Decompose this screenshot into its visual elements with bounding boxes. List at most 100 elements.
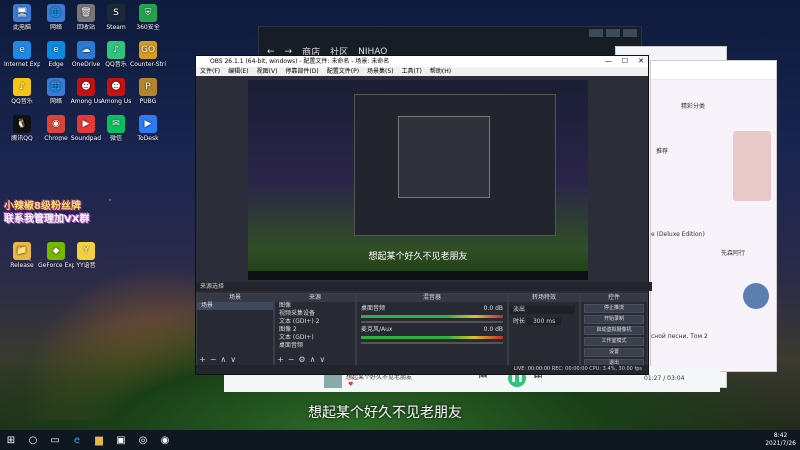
scene-item[interactable]: 场景 <box>197 302 273 310</box>
store-icon[interactable]: ▣ <box>110 430 132 450</box>
control-button[interactable]: 停止推流 <box>584 304 644 313</box>
maximize-button[interactable] <box>606 29 620 37</box>
folder-icon[interactable]: ▆ <box>88 430 110 450</box>
minimize-button[interactable] <box>589 29 603 37</box>
desktop-icon-glyph: ♪ <box>13 78 31 96</box>
controls-header: 控件 <box>581 294 647 302</box>
obs-statusbar: LIVE: 00:00:00 REC: 00:00:00 CPU: 3.4%, … <box>196 365 648 374</box>
avatar[interactable] <box>733 131 771 201</box>
transition-duration: 时长 300 ms <box>509 318 579 326</box>
video-subtitle: 想起某个好久不见老朋友 <box>308 405 462 421</box>
menu-item[interactable]: 文件(F) <box>200 67 220 76</box>
volume-slider[interactable] <box>361 321 503 323</box>
menu-item[interactable]: 工具(T) <box>402 67 422 76</box>
volume-meter <box>361 315 503 318</box>
menu-item[interactable]: 编辑(E) <box>228 67 248 76</box>
mixer-dock: 混音器 桌面音频 0.0 dB 麦克风/Aux 0.0 dB <box>356 293 508 367</box>
tab-recommend[interactable]: 推荐 <box>656 146 668 155</box>
desktop-icon-glyph: ⛨ <box>139 4 157 22</box>
category-label[interactable]: 精彩分类 <box>681 101 705 110</box>
desktop-icon[interactable]: 📁 Release <box>4 242 40 269</box>
desktop-icon-glyph: ◉ <box>47 115 65 133</box>
desktop-icon[interactable]: ▶ ToDesk <box>130 115 166 142</box>
desktop-icon[interactable]: 🖥 此电脑 <box>4 4 40 31</box>
desktop-icon[interactable]: GO Counter-Strike Global Offe... <box>130 41 166 68</box>
system-clock[interactable]: 8:42 2021/7/26 <box>765 432 796 448</box>
source-item[interactable]: 文本 (GDI+) <box>275 334 355 342</box>
desktop-icon[interactable]: Y YY语音 <box>68 242 104 269</box>
desktop-icon[interactable]: ♪ QQ音乐 <box>98 41 134 68</box>
desktop-icon-glyph: e <box>47 41 65 59</box>
album-cover[interactable] <box>743 283 769 309</box>
source-controls[interactable]: +−⚙∧∨ <box>277 355 329 364</box>
menu-item[interactable]: 帮助(H) <box>430 67 451 76</box>
scene-controls[interactable]: +−∧∨ <box>199 355 240 364</box>
desktop-icon-label: QQ音乐 <box>11 98 33 105</box>
sources-dock: 来源 图像 视频采集设备 文本 (GDI+) 2 图像 2 文本 (GDI+) 桌面音频 … <box>274 293 356 367</box>
desktop-icon-label: ToDesk <box>137 135 159 142</box>
control-button[interactable]: 设置 <box>584 348 644 357</box>
mixer-channel: 桌面音频 0.0 dB <box>357 305 507 323</box>
duration-label: 时长 <box>513 318 526 325</box>
menu-item[interactable]: 视图(V) <box>257 67 278 76</box>
controls-dock: 控件 停止推流 开始录制 启动虚拟摄像机 工作室模式 设置 退出 <box>580 293 648 368</box>
banner-line-1: 小辣椒8级粉丝牌 <box>4 201 81 212</box>
channel-db: 0.0 dB <box>483 305 503 312</box>
duration-input[interactable]: 300 ms <box>526 318 562 325</box>
source-item[interactable]: 图像 <box>275 302 355 310</box>
control-button[interactable]: 启动虚拟摄像机 <box>584 326 644 335</box>
mixer-channel-header: 麦克风/Aux 0.0 dB <box>357 326 507 334</box>
desktop-icon[interactable]: ✉ 微信 <box>98 115 134 142</box>
desktop-icon-glyph: ▶ <box>139 115 157 133</box>
menu-item[interactable]: 配置文件(P) <box>327 67 359 76</box>
desktop-icon-glyph: 🐧 <box>13 115 31 133</box>
desktop-icon-glyph: GO <box>139 41 157 59</box>
search-icon[interactable]: ○ <box>22 430 44 450</box>
desktop-icon-label: 此电脑 <box>12 24 31 31</box>
source-item[interactable]: 视频采集设备 <box>275 310 355 318</box>
source-item[interactable]: 图像 2 <box>275 326 355 334</box>
obs-menubar: 文件(F) 编辑(E) 视图(V) 停靠部件(D) 配置文件(P) 场景集(S) 工具(T)… <box>196 67 648 76</box>
menu-item[interactable]: 停靠部件(D) <box>285 67 318 76</box>
minimize-icon[interactable]: — <box>605 56 612 67</box>
desktop-icon[interactable]: e Internet Explorer <box>4 41 40 68</box>
edge-icon[interactable]: e <box>66 430 88 450</box>
desktop-icon[interactable]: ♪ QQ音乐 <box>4 78 40 105</box>
transitions-dock: 转场特效 淡出 时长 300 ms <box>508 293 580 367</box>
close-icon[interactable]: ✕ <box>638 56 644 67</box>
obs-preview[interactable]: 想起某个好久不见老朋友 <box>248 80 588 280</box>
close-button[interactable] <box>623 29 637 37</box>
desktop-icon[interactable]: S Steam <box>98 4 134 31</box>
channel-name: 麦克风/Aux <box>361 326 393 333</box>
preview-nested-window-inner <box>398 116 490 198</box>
start-icon[interactable]: ⊞ <box>0 430 22 450</box>
scenes-dock: 场景 场景 +−∧∨ <box>196 293 274 367</box>
song-title: сной песни, Том 2 <box>651 333 708 340</box>
desktop-icon-label: Counter-Strike Global Offe... <box>130 61 166 68</box>
source-item[interactable]: 文本 (GDI+) 2 <box>275 318 355 326</box>
volume-slider[interactable] <box>361 342 503 344</box>
clock-date: 2021/7/26 <box>765 440 796 447</box>
control-button[interactable]: 工作室模式 <box>584 337 644 346</box>
channel-name: 桌面音频 <box>361 305 386 312</box>
desktop-icon-label: 腾讯QQ <box>11 135 33 142</box>
desktop-icon[interactable]: ☻ Among Us <box>98 78 134 105</box>
source-item[interactable]: 桌面音频 <box>275 342 355 350</box>
task-view-icon[interactable]: ▭ <box>44 430 66 450</box>
desktop-icon[interactable]: ⛨ 360安全 <box>130 4 166 31</box>
desktop-icon[interactable]: P PUBG <box>130 78 166 105</box>
menu-item[interactable]: 场景集(S) <box>367 67 394 76</box>
desktop-icon-glyph: e <box>13 41 31 59</box>
maximize-icon[interactable]: ☐ <box>622 56 628 67</box>
artist-name[interactable]: 先森阿行 <box>721 248 745 257</box>
heart-icon[interactable]: ♥ <box>348 381 353 388</box>
transition-select[interactable]: 淡出 <box>509 306 575 314</box>
desktop-icon-label: 微信 <box>109 135 122 142</box>
obs-icon[interactable]: ◉ <box>154 430 176 450</box>
steam-icon[interactable]: ◎ <box>132 430 154 450</box>
desktop-icon-label: PUBG <box>139 98 157 105</box>
desktop-icon-glyph: Y <box>77 242 95 260</box>
desktop-icon[interactable]: 🐧 腾讯QQ <box>4 115 40 142</box>
desktop-icon-glyph: ▶ <box>77 115 95 133</box>
control-button[interactable]: 开始录制 <box>584 315 644 324</box>
